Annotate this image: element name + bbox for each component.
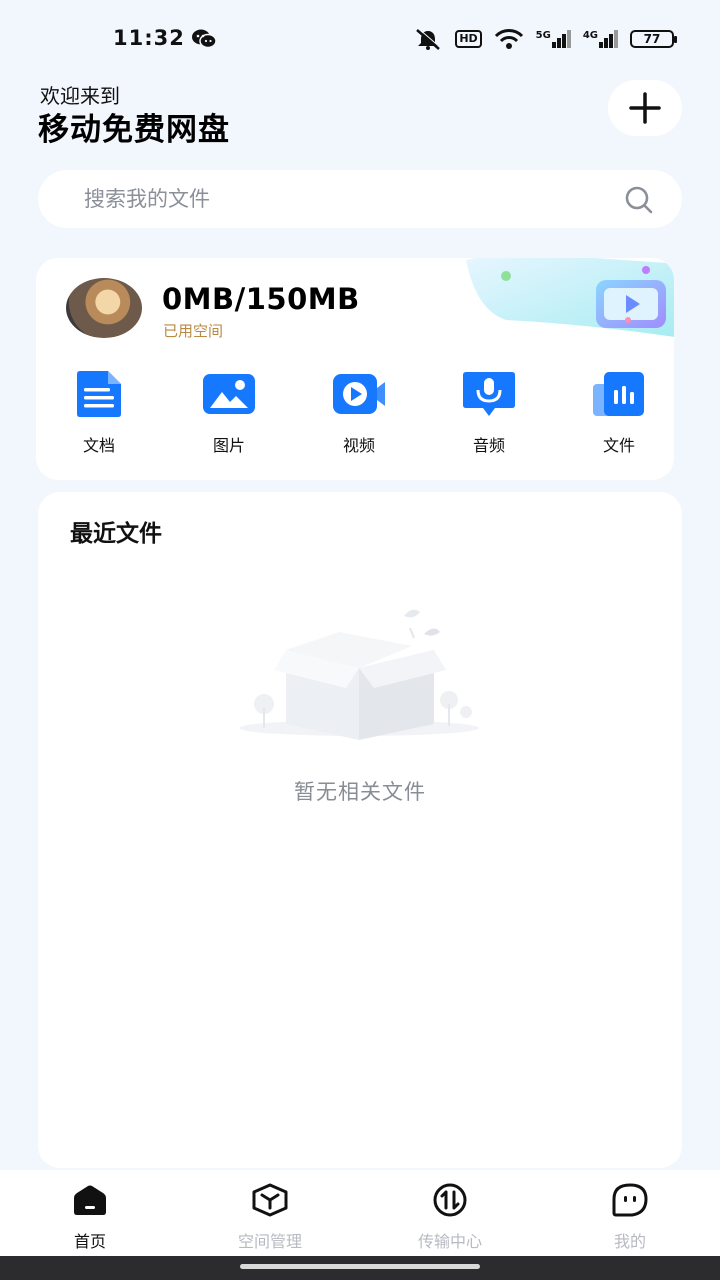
- box-icon: [252, 1183, 288, 1217]
- status-time: 11:32: [113, 26, 185, 50]
- category-video[interactable]: 视频: [314, 370, 404, 456]
- category-file[interactable]: 文件: [574, 370, 664, 456]
- signal-5g: 5G: [536, 30, 571, 48]
- empty-state-text: 暂无相关文件: [294, 780, 426, 804]
- storage-usage-label: 已用空间: [163, 322, 224, 340]
- nav-profile[interactable]: 我的: [570, 1182, 690, 1252]
- mute-bell-icon: [416, 28, 442, 50]
- storage-card: 0MB/150MB 已用空间 文档 图片 视频 音频 文件: [36, 258, 674, 480]
- hd-badge: HD: [455, 30, 482, 48]
- category-audio[interactable]: 音频: [444, 370, 534, 456]
- home-indicator[interactable]: [240, 1264, 480, 1269]
- category-row: 文档 图片 视频 音频 文件: [36, 370, 674, 460]
- search-bar[interactable]: [38, 170, 682, 228]
- document-icon: [77, 371, 121, 417]
- empty-box-icon: [239, 609, 479, 740]
- bottom-nav: 首页 空间管理 传输中心 我的: [0, 1170, 720, 1256]
- category-image[interactable]: 图片: [184, 370, 274, 456]
- file-icon: [593, 372, 644, 416]
- search-input[interactable]: [84, 170, 604, 228]
- video-icon: [333, 374, 385, 414]
- nav-home[interactable]: 首页: [30, 1182, 150, 1252]
- signal-4g: 4G: [583, 30, 618, 48]
- app-title: 移动免费网盘: [38, 112, 230, 148]
- nav-transfer-center[interactable]: 传输中心: [390, 1182, 510, 1252]
- home-icon: [74, 1185, 106, 1215]
- audio-icon: [463, 372, 515, 416]
- status-bar: 11:32 HD 5G 4G 77: [0, 0, 720, 76]
- recent-files-title: 最近文件: [70, 521, 162, 547]
- category-document[interactable]: 文档: [54, 370, 144, 456]
- image-icon: [203, 374, 255, 414]
- storage-usage: 0MB/150MB: [162, 282, 360, 316]
- search-icon[interactable]: [624, 185, 654, 215]
- nav-space-management[interactable]: 空间管理: [210, 1182, 330, 1252]
- gesture-bar: [0, 1256, 720, 1280]
- wifi-icon: [494, 29, 523, 49]
- profile-icon: [612, 1183, 648, 1217]
- wechat-icon: [192, 29, 217, 49]
- transfer-icon: [433, 1183, 467, 1217]
- plus-icon: [629, 92, 661, 124]
- banner-decoration: [466, 258, 674, 337]
- recent-files-panel: 最近文件 暂无相关文件: [38, 492, 682, 1168]
- battery-indicator: 77: [630, 30, 677, 48]
- avatar[interactable]: [66, 278, 142, 338]
- add-button[interactable]: [608, 80, 682, 136]
